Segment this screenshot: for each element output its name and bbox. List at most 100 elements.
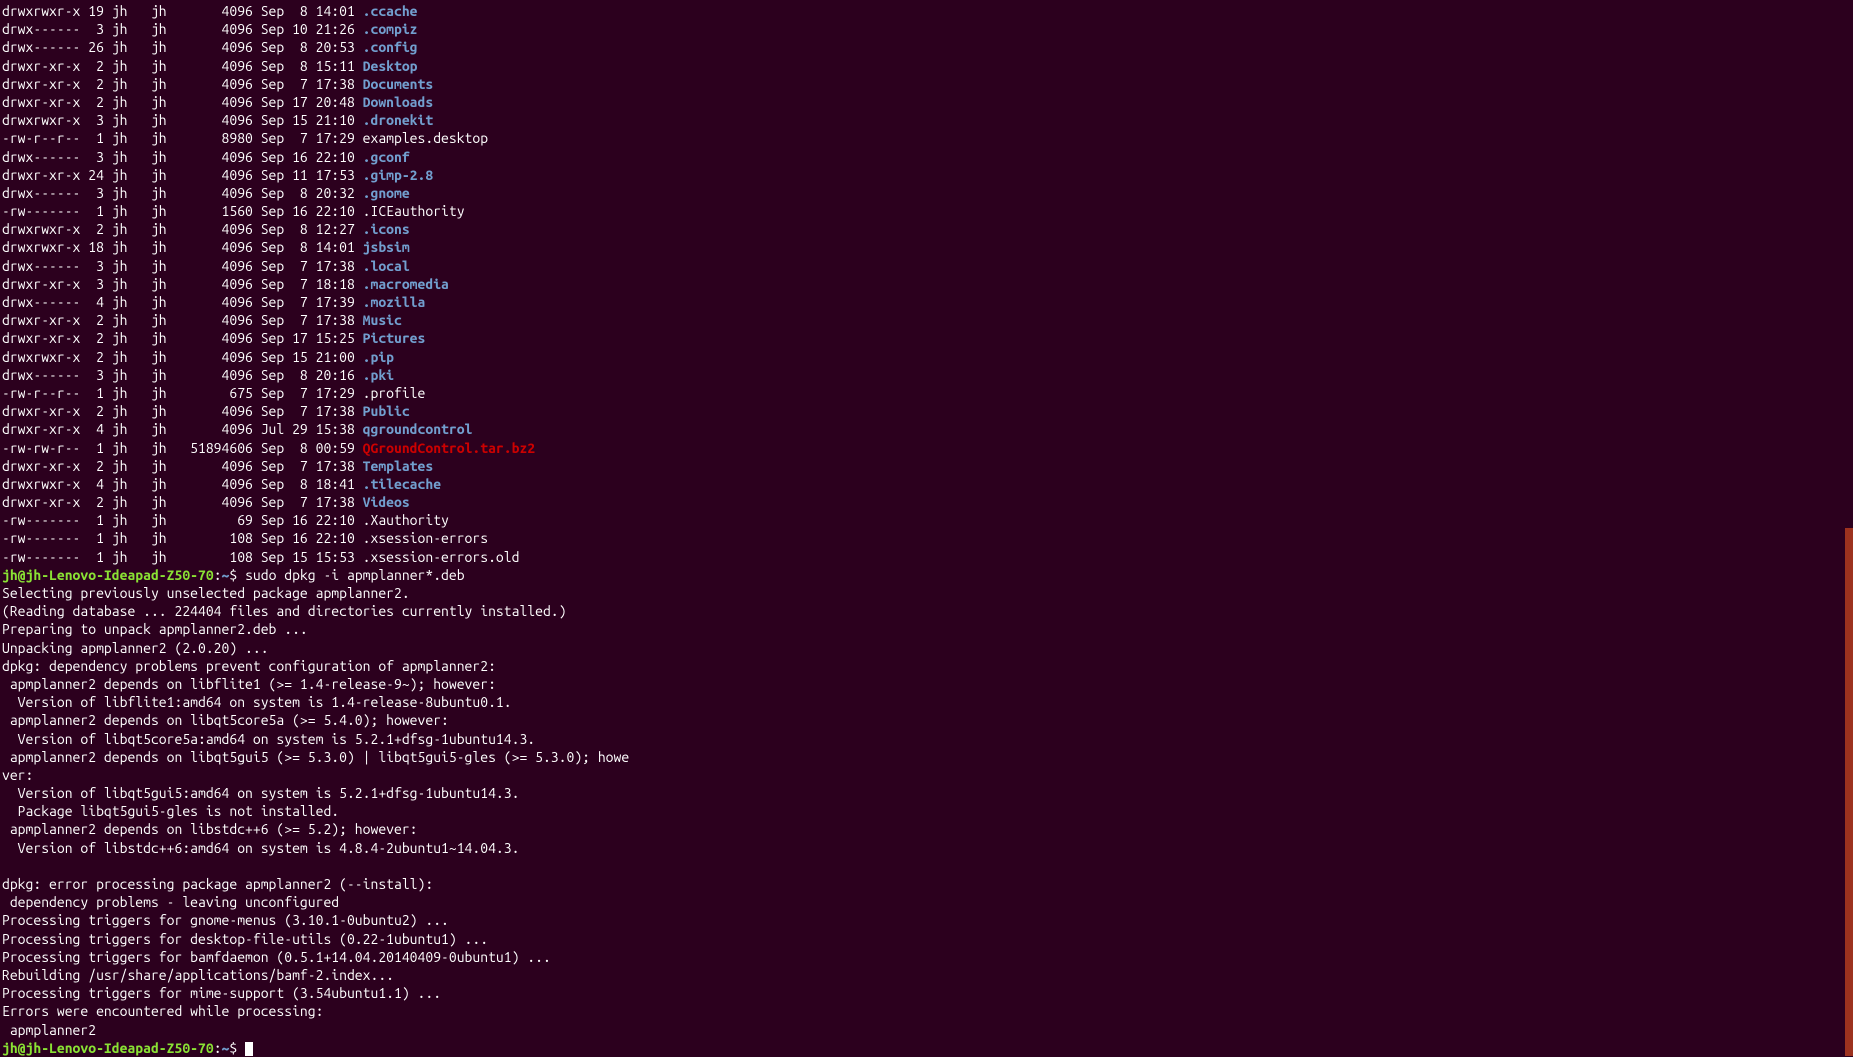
output-line: Version of libflite1:amd64 on system is …	[2, 693, 1851, 711]
output-line: apmplanner2 depends on libqt5gui5 (>= 5.…	[2, 748, 1851, 766]
ls-entry: drwxr-xr-x 2 jh jh 4096 Sep 7 17:38 Musi…	[2, 311, 1851, 329]
directory-name: jsbsim	[363, 239, 410, 255]
ls-entry: drwxrwxr-x 2 jh jh 4096 Sep 8 12:27 .ico…	[2, 220, 1851, 238]
terminal-output[interactable]: drwxrwxr-x 19 jh jh 4096 Sep 8 14:01 .cc…	[2, 2, 1851, 1057]
ls-entry: drwxrwxr-x 2 jh jh 4096 Sep 15 21:00 .pi…	[2, 348, 1851, 366]
ls-entry: drwxr-xr-x 2 jh jh 4096 Sep 17 20:48 Dow…	[2, 93, 1851, 111]
directory-name: .tilecache	[363, 476, 441, 492]
directory-name: .dronekit	[363, 112, 434, 128]
output-line: Errors were encountered while processing…	[2, 1002, 1851, 1020]
output-line: Selecting previously unselected package …	[2, 584, 1851, 602]
directory-name: .config	[363, 39, 418, 55]
ls-entry: -rw-r--r-- 1 jh jh 675 Sep 7 17:29 .prof…	[2, 384, 1851, 402]
ls-entry: drwx------ 3 jh jh 4096 Sep 8 20:16 .pki	[2, 366, 1851, 384]
file-name: .profile	[363, 385, 426, 401]
output-line: apmplanner2 depends on libqt5core5a (>= …	[2, 711, 1851, 729]
ls-entry: drwxr-xr-x 24 jh jh 4096 Sep 11 17:53 .g…	[2, 166, 1851, 184]
prompt-line: jh@jh-Lenovo-Ideapad-Z50-70:~$ sudo dpkg…	[2, 566, 1851, 584]
directory-name: .pip	[363, 349, 394, 365]
output-line: dependency problems - leaving unconfigur…	[2, 893, 1851, 911]
ls-entry: drwxrwxr-x 19 jh jh 4096 Sep 8 14:01 .cc…	[2, 2, 1851, 20]
prompt-colon: :	[214, 1040, 222, 1056]
output-line: Version of libqt5gui5:amd64 on system is…	[2, 784, 1851, 802]
directory-name: .compiz	[363, 21, 418, 37]
output-line: dpkg: dependency problems prevent config…	[2, 657, 1851, 675]
output-line: Version of libqt5core5a:amd64 on system …	[2, 730, 1851, 748]
ls-entry: -rw------- 1 jh jh 108 Sep 16 22:10 .xse…	[2, 529, 1851, 547]
directory-name: .icons	[363, 221, 410, 237]
directory-name: Downloads	[363, 94, 434, 110]
directory-name: Documents	[363, 76, 434, 92]
directory-name: qgroundcontrol	[363, 421, 473, 437]
prompt-dollar: $	[229, 567, 245, 583]
output-line: Preparing to unpack apmplanner2.deb ...	[2, 620, 1851, 638]
ls-entry: drwx------ 3 jh jh 4096 Sep 7 17:38 .loc…	[2, 257, 1851, 275]
scrollbar-thumb[interactable]	[1845, 528, 1853, 1056]
output-line: Version of libstdc++6:amd64 on system is…	[2, 839, 1851, 857]
ls-entry: drwxrwxr-x 4 jh jh 4096 Sep 8 18:41 .til…	[2, 475, 1851, 493]
prompt-user-host: jh@jh-Lenovo-Ideapad-Z50-70	[2, 1040, 214, 1056]
ls-entry: drwxr-xr-x 2 jh jh 4096 Sep 17 15:25 Pic…	[2, 329, 1851, 347]
file-name: .xsession-errors	[363, 530, 488, 546]
output-line: Processing triggers for bamfdaemon (0.5.…	[2, 948, 1851, 966]
output-line: ver:	[2, 766, 1851, 784]
directory-name: Pictures	[363, 330, 426, 346]
ls-entry: drwx------ 26 jh jh 4096 Sep 8 20:53 .co…	[2, 38, 1851, 56]
file-name: examples.desktop	[363, 130, 488, 146]
output-line: Unpacking apmplanner2 (2.0.20) ...	[2, 639, 1851, 657]
directory-name: .gimp-2.8	[363, 167, 434, 183]
ls-entry: -rw------- 1 jh jh 108 Sep 15 15:53 .xse…	[2, 548, 1851, 566]
ls-entry: drwxrwxr-x 18 jh jh 4096 Sep 8 14:01 jsb…	[2, 238, 1851, 256]
ls-entry: -rw------- 1 jh jh 69 Sep 16 22:10 .Xaut…	[2, 511, 1851, 529]
directory-name: .local	[363, 258, 410, 274]
output-line: dpkg: error processing package apmplanne…	[2, 875, 1851, 893]
archive-name: QGroundControl.tar.bz2	[363, 440, 535, 456]
ls-entry: drwxr-xr-x 2 jh jh 4096 Sep 7 17:38 Temp…	[2, 457, 1851, 475]
directory-name: .gconf	[363, 149, 410, 165]
output-line	[2, 857, 1851, 875]
output-line: Package libqt5gui5-gles is not installed…	[2, 802, 1851, 820]
directory-name: .ccache	[363, 3, 418, 19]
directory-name: Templates	[363, 458, 434, 474]
ls-entry: drwx------ 3 jh jh 4096 Sep 8 20:32 .gno…	[2, 184, 1851, 202]
ls-entry: drwx------ 3 jh jh 4096 Sep 10 21:26 .co…	[2, 20, 1851, 38]
output-line: apmplanner2	[2, 1021, 1851, 1039]
prompt-dollar: $	[229, 1040, 245, 1056]
ls-entry: drwxr-xr-x 3 jh jh 4096 Sep 7 18:18 .mac…	[2, 275, 1851, 293]
directory-name: Desktop	[363, 58, 418, 74]
prompt-line-active[interactable]: jh@jh-Lenovo-Ideapad-Z50-70:~$	[2, 1039, 1851, 1057]
ls-entry: -rw-r--r-- 1 jh jh 8980 Sep 7 17:29 exam…	[2, 129, 1851, 147]
output-line: (Reading database ... 224404 files and d…	[2, 602, 1851, 620]
scrollbar-track[interactable]	[1845, 0, 1853, 1056]
cursor	[245, 1042, 253, 1056]
directory-name: .mozilla	[363, 294, 426, 310]
ls-entry: -rw-rw-r-- 1 jh jh 51894606 Sep 8 00:59 …	[2, 439, 1851, 457]
ls-entry: drwxr-xr-x 2 jh jh 4096 Sep 7 17:38 Publ…	[2, 402, 1851, 420]
ls-entry: drwx------ 3 jh jh 4096 Sep 16 22:10 .gc…	[2, 148, 1851, 166]
file-name: .xsession-errors.old	[363, 549, 520, 565]
output-line: Processing triggers for gnome-menus (3.1…	[2, 911, 1851, 929]
ls-entry: drwx------ 4 jh jh 4096 Sep 7 17:39 .moz…	[2, 293, 1851, 311]
file-name: .ICEauthority	[363, 203, 465, 219]
ls-entry: drwxr-xr-x 2 jh jh 4096 Sep 8 15:11 Desk…	[2, 57, 1851, 75]
file-name: .Xauthority	[363, 512, 449, 528]
ls-entry: drwxrwxr-x 3 jh jh 4096 Sep 15 21:10 .dr…	[2, 111, 1851, 129]
output-line: apmplanner2 depends on libstdc++6 (>= 5.…	[2, 820, 1851, 838]
ls-entry: -rw------- 1 jh jh 1560 Sep 16 22:10 .IC…	[2, 202, 1851, 220]
ls-entry: drwxr-xr-x 2 jh jh 4096 Sep 7 17:38 Docu…	[2, 75, 1851, 93]
output-line: apmplanner2 depends on libflite1 (>= 1.4…	[2, 675, 1851, 693]
prompt-user-host: jh@jh-Lenovo-Ideapad-Z50-70	[2, 567, 214, 583]
ls-entry: drwxr-xr-x 2 jh jh 4096 Sep 7 17:38 Vide…	[2, 493, 1851, 511]
ls-entry: drwxr-xr-x 4 jh jh 4096 Jul 29 15:38 qgr…	[2, 420, 1851, 438]
directory-name: .gnome	[363, 185, 410, 201]
directory-name: Music	[363, 312, 402, 328]
output-line: Processing triggers for mime-support (3.…	[2, 984, 1851, 1002]
output-line: Rebuilding /usr/share/applications/bamf-…	[2, 966, 1851, 984]
directory-name: Videos	[363, 494, 410, 510]
command-text: sudo dpkg -i apmplanner*.deb	[245, 567, 465, 583]
prompt-colon: :	[214, 567, 222, 583]
directory-name: .pki	[363, 367, 394, 383]
output-line: Processing triggers for desktop-file-uti…	[2, 930, 1851, 948]
directory-name: Public	[363, 403, 410, 419]
directory-name: .macromedia	[363, 276, 449, 292]
